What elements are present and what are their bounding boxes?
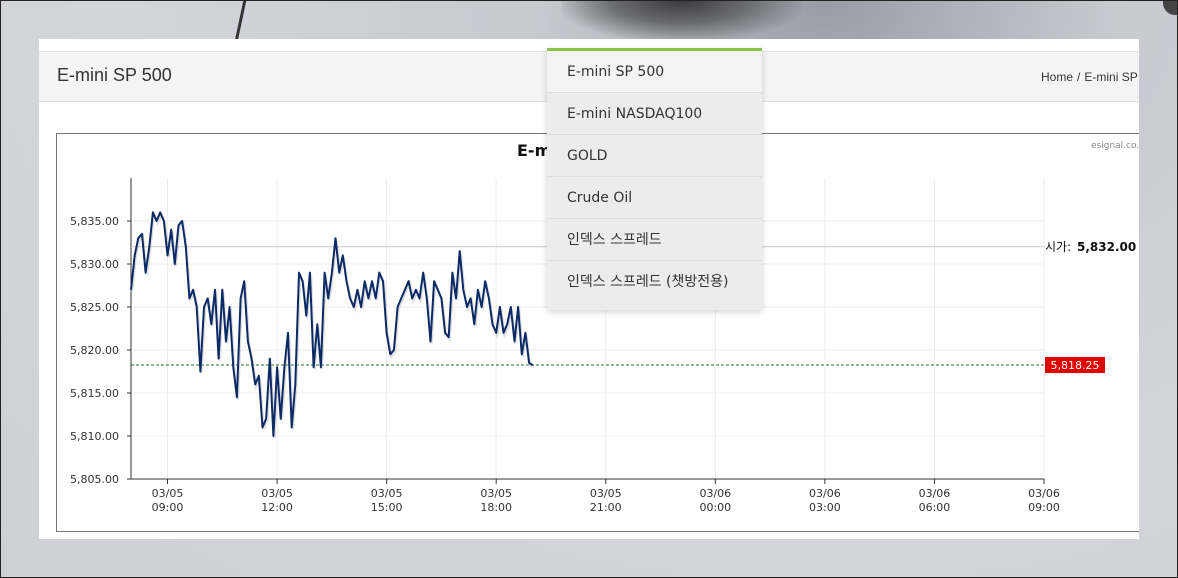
x-tick-label-time: 09:00 (1028, 501, 1060, 514)
open-price-label: 시가: (1045, 240, 1071, 254)
x-tick-label-date: 03/06 (809, 487, 841, 500)
y-tick-label: 5,835.00 (70, 215, 119, 228)
x-tick-label-date: 03/05 (261, 487, 293, 500)
x-tick-label-time: 18:00 (480, 501, 512, 514)
open-price-value: 5,832.00 (1077, 240, 1136, 254)
x-tick-label-time: 12:00 (261, 501, 293, 514)
y-tick-label: 5,815.00 (70, 387, 119, 400)
menu-item-crude-oil[interactable]: Crude Oil (547, 177, 762, 219)
menu-item-gold[interactable]: GOLD (547, 135, 762, 177)
x-tick-label-date: 03/06 (1028, 487, 1060, 500)
menu-item-index-spread-chat[interactable]: 인덱스 스프레드 (챗방전용) (547, 261, 762, 303)
background-shape (561, 1, 801, 41)
x-tick-label-time: 09:00 (152, 501, 184, 514)
menu-item-emini-sp500[interactable]: E-mini SP 500 (547, 51, 762, 93)
y-tick-label: 5,805.00 (70, 473, 119, 486)
y-tick-label: 5,810.00 (70, 430, 119, 443)
x-tick-label-date: 03/05 (480, 487, 512, 500)
y-tick-label: 5,825.00 (70, 301, 119, 314)
x-tick-label-date: 03/06 (919, 487, 951, 500)
x-tick-label-date: 03/05 (152, 487, 184, 500)
breadcrumb-current: E-mini SP 500 (1084, 70, 1139, 84)
menu-item-emini-nasdaq100[interactable]: E-mini NASDAQ100 (547, 93, 762, 135)
chart-watermark: esignal.co.k (1091, 141, 1139, 151)
page-title: E-mini SP 500 (57, 65, 172, 85)
menu-item-index-spread[interactable]: 인덱스 스프레드 (547, 219, 762, 261)
breadcrumb: Home /E-mini SP 500 (1041, 70, 1139, 84)
breadcrumb-home-link[interactable]: Home (1041, 70, 1073, 84)
x-tick-label-date: 03/05 (371, 487, 403, 500)
x-tick-label-date: 03/05 (590, 487, 622, 500)
x-tick-label-time: 06:00 (919, 501, 951, 514)
background-corner (1163, 1, 1177, 15)
x-tick-label-time: 15:00 (371, 501, 403, 514)
y-tick-label: 5,830.00 (70, 258, 119, 271)
y-tick-label: 5,820.00 (70, 344, 119, 357)
price-series-line (130, 211, 534, 437)
symbol-dropdown-menu: E-mini SP 500 E-mini NASDAQ100 GOLD Crud… (547, 48, 762, 310)
background-line (234, 1, 247, 41)
x-tick-label-time: 03:00 (809, 501, 841, 514)
x-tick-label-time: 21:00 (590, 501, 622, 514)
price-series-shadow (130, 209, 535, 439)
breadcrumb-separator: / (1077, 70, 1081, 84)
current-price-value: 5,818.25 (1051, 359, 1100, 372)
x-tick-label-date: 03/06 (699, 487, 731, 500)
x-tick-label-time: 00:00 (699, 501, 731, 514)
